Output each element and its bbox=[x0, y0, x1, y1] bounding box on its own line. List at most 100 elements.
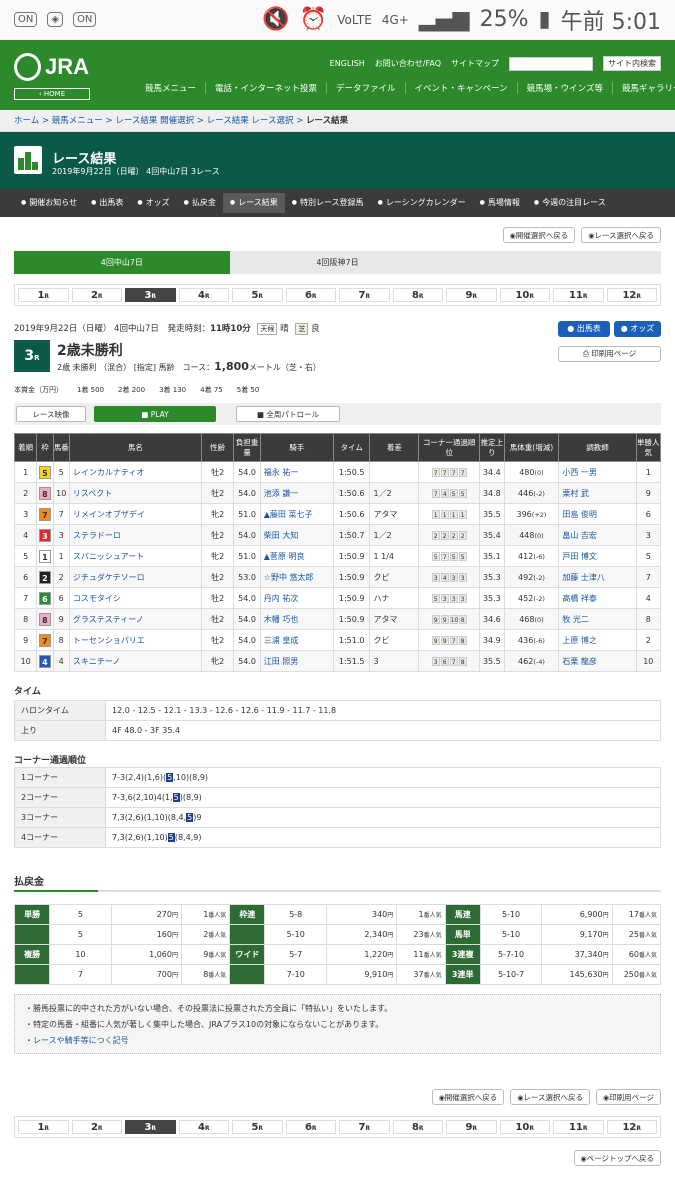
jockey-link[interactable]: 江田 照男 bbox=[264, 657, 299, 666]
jockey-link[interactable]: ▲藤田 菜七子 bbox=[264, 510, 313, 519]
crumb-menu[interactable]: 競馬メニュー bbox=[52, 116, 103, 126]
patrol-button[interactable]: ■ 全周パトロール bbox=[236, 406, 340, 422]
race-tab-12[interactable]: 12R bbox=[606, 1120, 657, 1134]
nav-keiba-menu[interactable]: 競馬メニュー bbox=[136, 82, 205, 94]
subnav-featured[interactable]: 今週の注目レース bbox=[527, 193, 613, 213]
horse-name-link[interactable]: スパニッシュアート bbox=[73, 552, 144, 561]
race-tab-5[interactable]: 5R bbox=[232, 288, 283, 302]
jockey-link[interactable]: 木幡 巧也 bbox=[264, 615, 299, 624]
jockey-link[interactable]: 池添 謙一 bbox=[264, 489, 299, 498]
trainer-link[interactable]: 小西 一男 bbox=[562, 468, 597, 477]
tab-hanshin[interactable]: 4回阪神7日 bbox=[230, 251, 446, 274]
horse-name-link[interactable]: スキニチーノ bbox=[73, 657, 121, 666]
crumb-race[interactable]: レース結果 レース選択 bbox=[207, 116, 294, 126]
corner-positions: 2222 bbox=[418, 524, 481, 546]
print-button[interactable]: ⎙ 印刷用ページ bbox=[558, 346, 661, 362]
race-tab-4[interactable]: 4R bbox=[178, 288, 229, 302]
site-search-button[interactable]: サイト内検索 bbox=[603, 56, 661, 71]
race-tab-2[interactable]: 2R bbox=[71, 288, 122, 302]
entries-button[interactable]: ● 出馬表 bbox=[558, 321, 610, 337]
horse-name-link[interactable]: ステラドーロ bbox=[73, 531, 121, 540]
jockey-link[interactable]: 柴田 大知 bbox=[264, 531, 299, 540]
horse-name-link[interactable]: ジチュダケテソーロ bbox=[73, 573, 145, 582]
jockey-link[interactable]: 福永 祐一 bbox=[264, 468, 299, 477]
symbols-link[interactable]: レースや騎手等につく記号 bbox=[33, 1036, 129, 1045]
horse-name-link[interactable]: リメインオブザデイ bbox=[73, 510, 145, 519]
horse-name-link[interactable]: レインカルナティオ bbox=[73, 468, 145, 477]
race-tab-11[interactable]: 11R bbox=[553, 1120, 604, 1134]
trainer-link[interactable]: 高橋 祥泰 bbox=[562, 594, 597, 603]
nav-datafile[interactable]: データファイル bbox=[326, 82, 405, 94]
race-tab-3[interactable]: 3R bbox=[125, 288, 176, 302]
home-button[interactable]: ‹ HOME bbox=[14, 88, 90, 100]
race-tab-4[interactable]: 4R bbox=[178, 1120, 229, 1134]
trainer-link[interactable]: 栗村 武 bbox=[562, 489, 589, 498]
trainer-link[interactable]: 田島 俊明 bbox=[562, 510, 597, 519]
subnav-special[interactable]: 特別レース登録馬 bbox=[285, 193, 371, 213]
race-tab-9[interactable]: 9R bbox=[446, 1120, 497, 1134]
nav-event[interactable]: イベント・キャンペーン bbox=[404, 82, 517, 94]
horse-name-link[interactable]: コスモタイシ bbox=[73, 594, 121, 603]
site-search-input[interactable] bbox=[509, 56, 593, 71]
jra-logo[interactable]: JRA bbox=[14, 52, 89, 82]
race-tab-9[interactable]: 9R bbox=[446, 288, 497, 302]
bottom-back-meeting-button[interactable]: 開催選択へ戻る bbox=[431, 1089, 505, 1105]
corner-section-title: コーナー通過順位 bbox=[14, 756, 87, 766]
jockey-link[interactable]: ▲菅原 明良 bbox=[264, 552, 305, 561]
race-tab-6[interactable]: 6R bbox=[285, 1120, 336, 1134]
faq-link[interactable]: お問い合わせ/FAQ bbox=[375, 58, 441, 69]
jockey-link[interactable]: 三浦 皇成 bbox=[264, 636, 299, 645]
nav-gallery[interactable]: 競馬ギャラリー bbox=[611, 82, 675, 94]
subnav-calendar[interactable]: レーシングカレンダー bbox=[371, 193, 473, 213]
nav-vote[interactable]: 電話・インターネット投票 bbox=[205, 82, 326, 94]
trainer-link[interactable]: 石栗 龍彦 bbox=[562, 657, 597, 666]
race-tab-8[interactable]: 8R bbox=[392, 1120, 443, 1134]
race-tab-8[interactable]: 8R bbox=[392, 288, 443, 302]
subnav-notice[interactable]: 開催お知らせ bbox=[14, 193, 84, 213]
trainer-link[interactable]: 戸田 博文 bbox=[562, 552, 597, 561]
race-tab-3[interactable]: 3R bbox=[125, 1120, 176, 1134]
horse-name-link[interactable]: グラステスティーノ bbox=[73, 615, 144, 624]
race-tab-11[interactable]: 11R bbox=[553, 288, 604, 302]
subnav-entries[interactable]: 出馬表 bbox=[84, 193, 130, 213]
play-button[interactable]: ■ PLAY bbox=[94, 406, 216, 422]
race-tab-1[interactable]: 1R bbox=[18, 1120, 69, 1134]
waku-badge: 7 bbox=[38, 507, 51, 521]
jockey-link[interactable]: 丹内 祐次 bbox=[264, 594, 299, 603]
race-tab-10[interactable]: 10R bbox=[499, 1120, 550, 1134]
race-tab-7[interactable]: 7R bbox=[339, 1120, 390, 1134]
sitemap-link[interactable]: サイトマップ bbox=[451, 58, 499, 69]
waku-badge: 2 bbox=[38, 570, 51, 584]
odds-button[interactable]: ● オッズ bbox=[614, 321, 661, 337]
race-tab-2[interactable]: 2R bbox=[71, 1120, 122, 1134]
race-tab-5[interactable]: 5R bbox=[232, 1120, 283, 1134]
trainer-link[interactable]: 加藤 士津八 bbox=[562, 573, 605, 582]
race-tab-6[interactable]: 6R bbox=[285, 288, 336, 302]
back-to-race-button[interactable]: レース選択へ戻る bbox=[581, 227, 661, 243]
race-tab-12[interactable]: 12R bbox=[606, 288, 657, 302]
horse-name-link[interactable]: トーセンショパリエ bbox=[73, 636, 145, 645]
race-number-box: 3R bbox=[14, 340, 50, 372]
crumb-meeting[interactable]: レース結果 開催選択 bbox=[115, 116, 194, 126]
bottom-back-race-button[interactable]: レース選択へ戻る bbox=[510, 1089, 591, 1105]
bottom-print-button[interactable]: 印刷用ページ bbox=[596, 1089, 661, 1105]
tab-nakayama[interactable]: 4回中山7日 bbox=[14, 251, 230, 274]
subnav-results[interactable]: レース結果 bbox=[222, 193, 285, 213]
jockey-link[interactable]: ☆野中 悠太郎 bbox=[264, 573, 314, 582]
subnav-track[interactable]: 馬場情報 bbox=[473, 193, 527, 213]
race-tab-10[interactable]: 10R bbox=[499, 288, 550, 302]
horse-name-link[interactable]: リスペクト bbox=[73, 489, 112, 498]
subnav-payout[interactable]: 払戻金 bbox=[177, 193, 223, 213]
waku-badge: 6 bbox=[38, 591, 51, 605]
trainer-link[interactable]: 上原 博之 bbox=[562, 636, 597, 645]
trainer-link[interactable]: 畠山 吉宏 bbox=[562, 531, 597, 540]
trainer-link[interactable]: 牧 光二 bbox=[562, 615, 589, 624]
english-link[interactable]: ENGLISH bbox=[330, 59, 365, 68]
race-tab-7[interactable]: 7R bbox=[339, 288, 390, 302]
page-top-button[interactable]: ページトップへ戻る bbox=[573, 1150, 661, 1166]
back-to-meeting-button[interactable]: 開催選択へ戻る bbox=[502, 227, 576, 243]
race-tab-1[interactable]: 1R bbox=[18, 288, 69, 302]
subnav-odds[interactable]: オッズ bbox=[130, 193, 176, 213]
nav-racecourse[interactable]: 競馬場・ウインズ等 bbox=[516, 82, 612, 94]
crumb-home[interactable]: ホーム bbox=[14, 116, 39, 126]
